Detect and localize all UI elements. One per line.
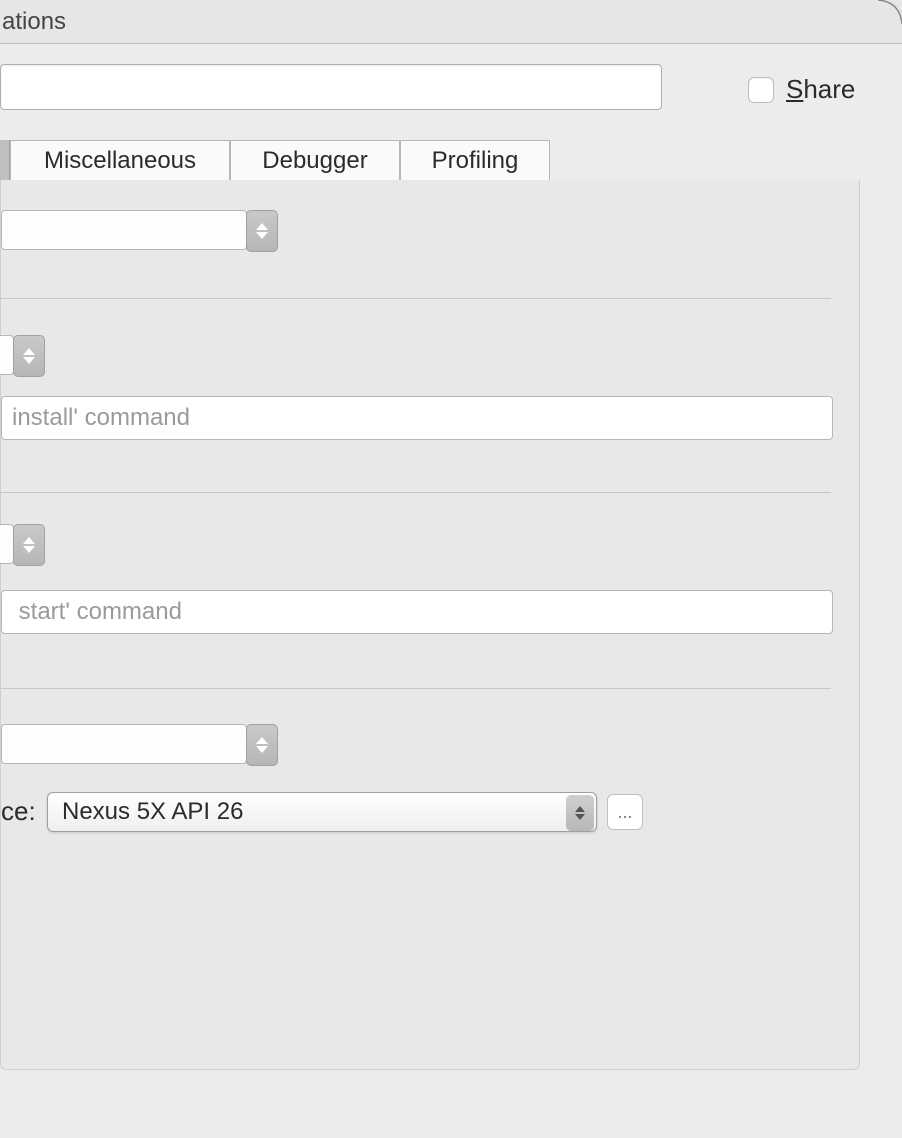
divider: [1, 492, 831, 493]
tab-debugger[interactable]: Debugger: [230, 140, 400, 180]
module-combo[interactable]: [1, 210, 247, 250]
device-selected-value: Nexus 5X API 26: [62, 798, 243, 826]
tab-miscellaneous[interactable]: Miscellaneous: [10, 140, 230, 180]
tab-profiling[interactable]: Profiling: [400, 140, 550, 180]
divider: [1, 688, 831, 689]
chevron-updown-icon[interactable]: [13, 524, 45, 566]
chevron-updown-icon[interactable]: [13, 335, 45, 377]
chevron-updown-icon[interactable]: [566, 795, 594, 831]
share-option[interactable]: Share: [748, 74, 855, 105]
device-combo[interactable]: Nexus 5X API 26: [47, 792, 597, 832]
device-label-fragment: ce:: [1, 796, 36, 827]
chevron-updown-icon[interactable]: [246, 210, 278, 252]
tab-bar: Miscellaneous Debugger Profiling: [0, 140, 860, 180]
close-window-icon[interactable]: [878, 0, 902, 24]
title-bar: ations: [0, 0, 902, 44]
window-title-fragment: ations: [0, 8, 66, 36]
deploy-combo-partial[interactable]: [0, 335, 14, 375]
target-combo[interactable]: [1, 724, 247, 764]
launch-flags-input[interactable]: [1, 590, 833, 634]
configuration-name-input[interactable]: [0, 64, 662, 110]
tab-selected-edge[interactable]: [0, 140, 10, 180]
browse-device-button[interactable]: ...: [607, 794, 643, 830]
divider: [1, 298, 831, 299]
share-label: Share: [786, 74, 855, 105]
launch-combo-partial[interactable]: [0, 524, 14, 564]
install-flags-input[interactable]: [1, 396, 833, 440]
main-panel: ce: Nexus 5X API 26 ...: [0, 180, 860, 1070]
chevron-updown-icon[interactable]: [246, 724, 278, 766]
share-checkbox[interactable]: [748, 77, 774, 103]
